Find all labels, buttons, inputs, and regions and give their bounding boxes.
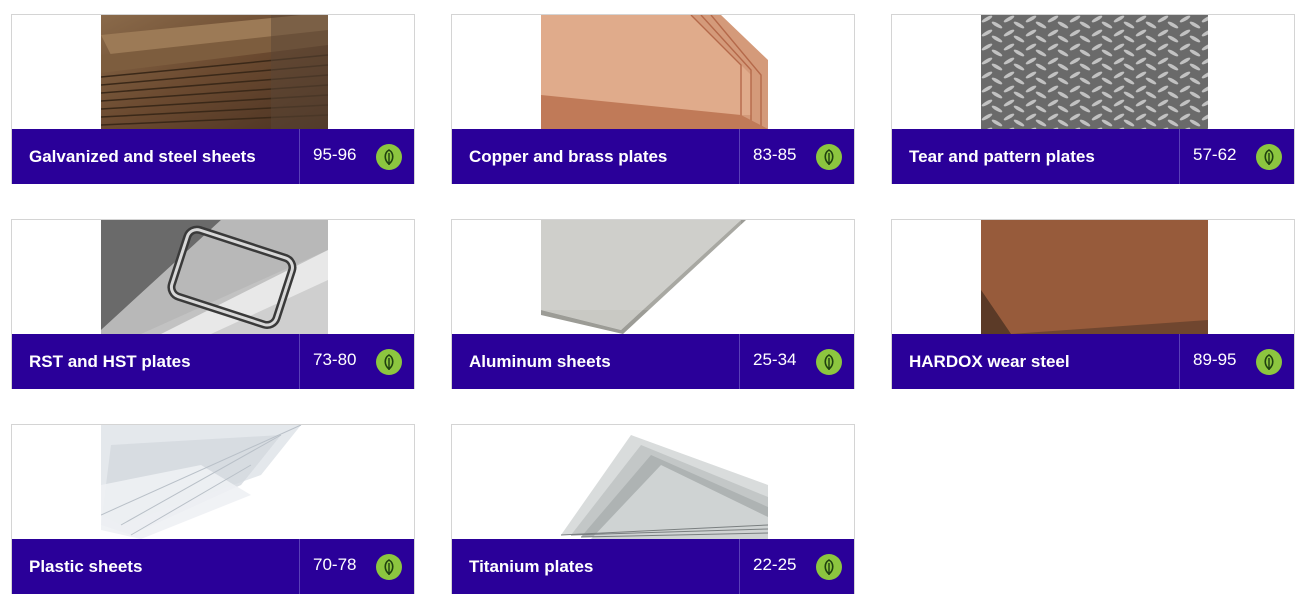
product-caption-bar: Plastic sheets 70-78 bbox=[12, 539, 414, 594]
product-grid: Galvanized and steel sheets 95-96 Copper… bbox=[0, 0, 1313, 607]
leaf-icon bbox=[376, 349, 402, 375]
checker-plate-image bbox=[981, 15, 1208, 129]
divider bbox=[739, 334, 740, 389]
product-title[interactable]: Plastic sheets bbox=[29, 539, 142, 594]
divider bbox=[739, 129, 740, 184]
plastic-sheets-image bbox=[101, 425, 328, 539]
hardox-plate-image bbox=[981, 220, 1208, 334]
leaf-icon bbox=[376, 144, 402, 170]
product-title[interactable]: Titanium plates bbox=[469, 539, 593, 594]
page-range: 83-85 bbox=[753, 145, 797, 164]
divider bbox=[1179, 129, 1180, 184]
product-caption-bar: HARDOX wear steel 89-95 bbox=[892, 334, 1294, 389]
product-card-tear-pattern[interactable]: Tear and pattern plates 57-62 bbox=[891, 14, 1295, 184]
divider bbox=[739, 539, 740, 594]
product-image-area bbox=[452, 425, 854, 539]
product-image-area bbox=[452, 220, 854, 334]
steel-plates-frame-image bbox=[101, 220, 328, 334]
leaf-icon bbox=[816, 349, 842, 375]
divider bbox=[1179, 334, 1180, 389]
product-image-area bbox=[12, 425, 414, 539]
product-title[interactable]: HARDOX wear steel bbox=[909, 334, 1070, 389]
rusted-steel-sheets-image bbox=[101, 15, 328, 129]
leaf-icon bbox=[376, 554, 402, 580]
product-card-plastic[interactable]: Plastic sheets 70-78 bbox=[11, 424, 415, 594]
product-title[interactable]: Tear and pattern plates bbox=[909, 129, 1095, 184]
page-range: 95-96 bbox=[313, 145, 357, 164]
product-caption-bar: Titanium plates 22-25 bbox=[452, 539, 854, 594]
product-image-area bbox=[452, 15, 854, 129]
product-title[interactable]: Galvanized and steel sheets bbox=[29, 129, 256, 184]
product-image-area bbox=[12, 220, 414, 334]
divider bbox=[299, 129, 300, 184]
divider bbox=[299, 334, 300, 389]
product-card-titanium[interactable]: Titanium plates 22-25 bbox=[451, 424, 855, 594]
leaf-icon bbox=[1256, 144, 1282, 170]
titanium-plates-image bbox=[541, 425, 768, 539]
product-caption-bar: Tear and pattern plates 57-62 bbox=[892, 129, 1294, 184]
product-card-rst-hst[interactable]: RST and HST plates 73-80 bbox=[11, 219, 415, 389]
product-image-area bbox=[12, 15, 414, 129]
page-range: 57-62 bbox=[1193, 145, 1237, 164]
product-card-hardox[interactable]: HARDOX wear steel 89-95 bbox=[891, 219, 1295, 389]
product-caption-bar: RST and HST plates 73-80 bbox=[12, 334, 414, 389]
copper-plates-image bbox=[541, 15, 768, 129]
page-range: 25-34 bbox=[753, 350, 797, 369]
product-image-area bbox=[892, 15, 1294, 129]
page-range: 22-25 bbox=[753, 555, 797, 574]
leaf-icon bbox=[816, 144, 842, 170]
product-title[interactable]: RST and HST plates bbox=[29, 334, 191, 389]
product-caption-bar: Aluminum sheets 25-34 bbox=[452, 334, 854, 389]
product-title[interactable]: Copper and brass plates bbox=[469, 129, 667, 184]
product-card-copper[interactable]: Copper and brass plates 83-85 bbox=[451, 14, 855, 184]
product-card-galvanized[interactable]: Galvanized and steel sheets 95-96 bbox=[11, 14, 415, 184]
aluminum-sheet-image bbox=[541, 220, 768, 334]
page-range: 89-95 bbox=[1193, 350, 1237, 369]
page-range: 70-78 bbox=[313, 555, 357, 574]
product-image-area bbox=[892, 220, 1294, 334]
leaf-icon bbox=[816, 554, 842, 580]
product-title[interactable]: Aluminum sheets bbox=[469, 334, 611, 389]
product-caption-bar: Copper and brass plates 83-85 bbox=[452, 129, 854, 184]
product-card-aluminum[interactable]: Aluminum sheets 25-34 bbox=[451, 219, 855, 389]
leaf-icon bbox=[1256, 349, 1282, 375]
divider bbox=[299, 539, 300, 594]
product-caption-bar: Galvanized and steel sheets 95-96 bbox=[12, 129, 414, 184]
page-range: 73-80 bbox=[313, 350, 357, 369]
